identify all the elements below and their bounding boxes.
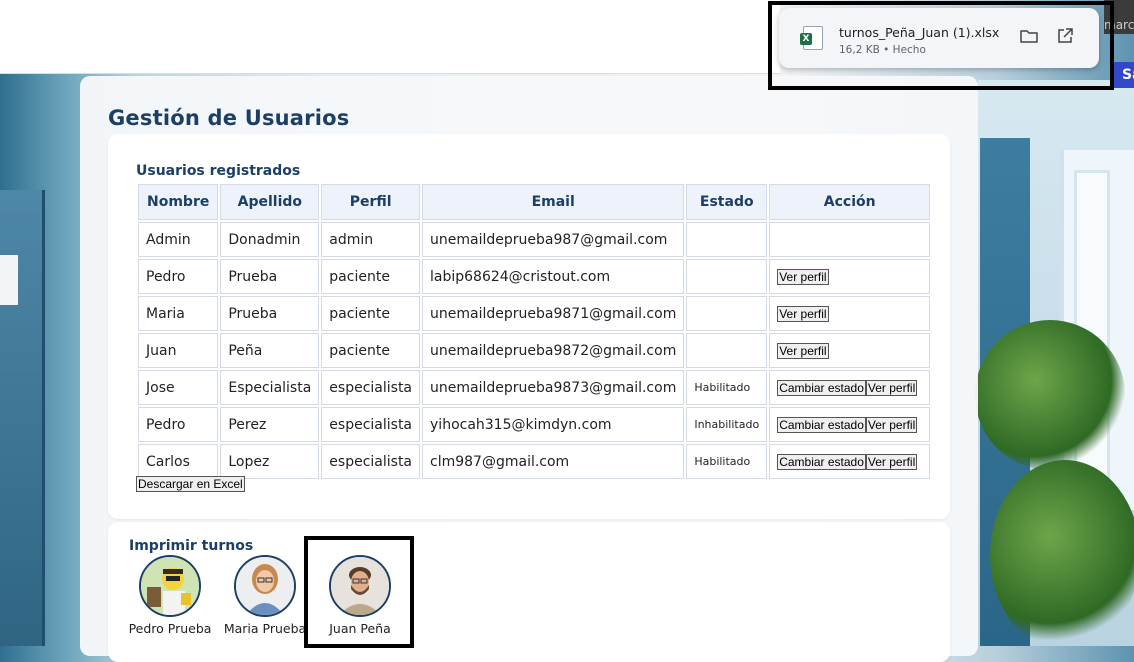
- woman-avatar-icon: [236, 557, 294, 615]
- patient-avatar-maria-prueba[interactable]: Maria Prueba: [217, 555, 313, 636]
- top-header-strip: [0, 0, 780, 74]
- cell-apellido: Prueba: [220, 296, 320, 331]
- cell-accion: Ver perfil: [769, 333, 931, 368]
- cell-email: clm987@gmail.com: [422, 444, 685, 479]
- table-row: Maria Prueba paciente unemaildeprueba9871@g…: [138, 296, 931, 331]
- cell-perfil: admin: [321, 222, 421, 257]
- cell-estado: [686, 259, 768, 294]
- cell-apellido: Perez: [220, 407, 320, 442]
- excel-file-icon: X: [800, 26, 823, 50]
- patient-name: Maria Prueba: [223, 621, 307, 636]
- cell-accion: Ver perfil: [769, 296, 931, 331]
- patient-avatar-pedro-prueba[interactable]: Pedro Prueba: [122, 555, 218, 636]
- users-section-title: Usuarios registrados: [136, 163, 301, 179]
- download-filename: turnos_Peña_Juan (1).xlsx: [839, 25, 1000, 40]
- patient-name: Pedro Prueba: [128, 621, 212, 636]
- cell-email: unemaildeprueba9871@gmail.com: [422, 296, 685, 331]
- cell-apellido: Lopez: [220, 444, 320, 479]
- cell-nombre: Jose: [138, 370, 219, 405]
- cartoon-avatar-icon: [141, 557, 199, 615]
- cell-nombre: Admin: [138, 222, 219, 257]
- cell-perfil: paciente: [321, 333, 421, 368]
- cell-estado: Habilitado: [686, 370, 768, 405]
- cell-perfil: especialista: [321, 444, 421, 479]
- cell-email: yihocah315@kimdyn.com: [422, 407, 685, 442]
- cell-apellido: Peña: [220, 333, 320, 368]
- print-section-title: Imprimir turnos: [129, 538, 254, 554]
- cell-accion: Ver perfil: [769, 259, 931, 294]
- cell-nombre: Pedro: [138, 259, 219, 294]
- background-wall-panel: [0, 255, 18, 305]
- cell-nombre: Carlos: [138, 444, 219, 479]
- download-meta: 16,2 KB • Hecho: [839, 44, 926, 56]
- cell-accion: Cambiar estado Ver perfil: [769, 370, 931, 405]
- cell-apellido: Donadmin: [220, 222, 320, 257]
- column-header: Perfil: [321, 184, 421, 220]
- selection-highlight: [304, 536, 414, 648]
- column-header: Acción: [769, 184, 931, 220]
- table-header-row: Nombre Apellido Perfil Email Estado Acci…: [138, 184, 931, 220]
- cell-nombre: Juan: [138, 333, 219, 368]
- cell-accion: [769, 222, 931, 257]
- cell-estado: [686, 333, 768, 368]
- open-external-icon[interactable]: [1055, 26, 1077, 48]
- change-status-button[interactable]: Cambiar estado: [777, 379, 866, 396]
- table-row: Carlos Lopez especialista clm987@gmail.com H…: [138, 444, 931, 479]
- plant-decoration: [975, 320, 1125, 470]
- column-header: Apellido: [220, 184, 320, 220]
- change-status-button[interactable]: Cambiar estado: [777, 453, 866, 470]
- cell-apellido: Especialista: [220, 370, 320, 405]
- avatar: [139, 555, 201, 617]
- view-profile-button[interactable]: Ver perfil: [865, 453, 918, 470]
- view-profile-button[interactable]: Ver perfil: [777, 268, 829, 285]
- cell-estado: [686, 296, 768, 331]
- cell-perfil: especialista: [321, 407, 421, 442]
- table-row: Pedro Prueba paciente labip68624@cristout.c…: [138, 259, 931, 294]
- change-status-button[interactable]: Cambiar estado: [777, 416, 866, 433]
- cell-apellido: Prueba: [220, 259, 320, 294]
- column-header: Email: [422, 184, 685, 220]
- column-header: Nombre: [138, 184, 219, 220]
- cell-estado: Inhabilitado: [686, 407, 768, 442]
- cell-estado: [686, 222, 768, 257]
- cell-email: labip68624@cristout.com: [422, 259, 685, 294]
- cell-perfil: paciente: [321, 259, 421, 294]
- cell-nombre: Pedro: [138, 407, 219, 442]
- view-profile-button[interactable]: Ver perfil: [865, 379, 918, 396]
- table-row: Jose Especialista especialista unemaildepru…: [138, 370, 931, 405]
- cell-estado: Habilitado: [686, 444, 768, 479]
- table-row: Admin Donadmin admin unemaildeprueba987@gma…: [138, 222, 931, 257]
- view-profile-button[interactable]: Ver perfil: [865, 416, 918, 433]
- table-row: Juan Peña paciente unemaildeprueba9872@gmai…: [138, 333, 931, 368]
- folder-icon[interactable]: [1019, 26, 1041, 48]
- view-profile-button[interactable]: Ver perfil: [777, 342, 829, 359]
- table-row: Pedro Perez especialista yihocah315@kimdyn.…: [138, 407, 931, 442]
- cell-perfil: paciente: [321, 296, 421, 331]
- cell-email: unemaildeprueba987@gmail.com: [422, 222, 685, 257]
- cell-perfil: especialista: [321, 370, 421, 405]
- avatar: [234, 555, 296, 617]
- cell-nombre: Maria: [138, 296, 219, 331]
- users-table: Nombre Apellido Perfil Email Estado Acci…: [136, 182, 932, 481]
- view-profile-button[interactable]: Ver perfil: [777, 305, 829, 322]
- cell-email: unemaildeprueba9873@gmail.com: [422, 370, 685, 405]
- cell-email: unemaildeprueba9872@gmail.com: [422, 333, 685, 368]
- page-title: Gestión de Usuarios: [108, 106, 350, 130]
- cell-accion: Cambiar estado Ver perfil: [769, 444, 931, 479]
- column-header: Estado: [686, 184, 768, 220]
- plant-decoration: [990, 460, 1134, 650]
- cell-accion: Cambiar estado Ver perfil: [769, 407, 931, 442]
- download-excel-button[interactable]: Descargar en Excel: [136, 476, 245, 492]
- download-item[interactable]: X turnos_Peña_Juan (1).xlsx 16,2 KB • He…: [779, 8, 1099, 68]
